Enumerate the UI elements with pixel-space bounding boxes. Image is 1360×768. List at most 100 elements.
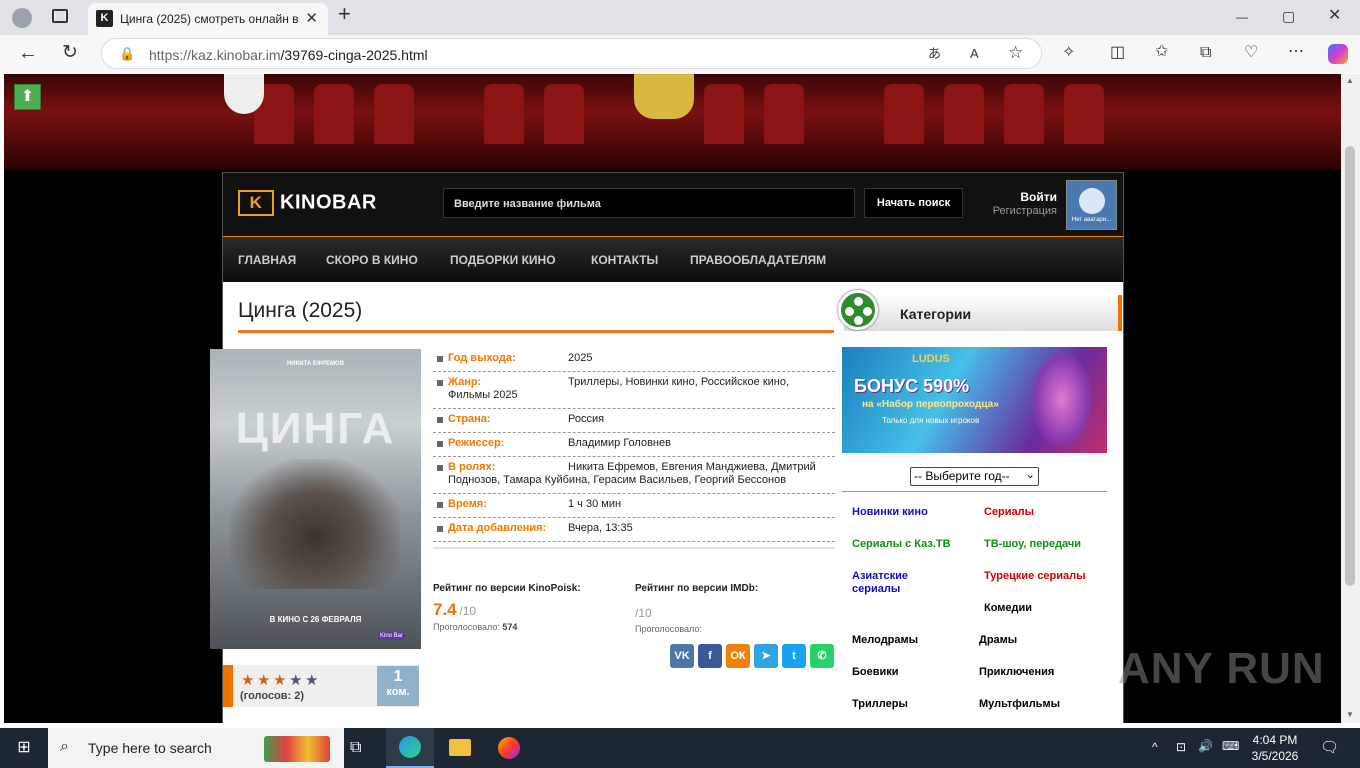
category-link[interactable]: ТВ-шоу, передачи: [984, 538, 1081, 551]
search-input[interactable]: Введите название фильма: [443, 188, 855, 218]
share-whatsapp-button[interactable]: ✆: [810, 644, 834, 668]
site-logo[interactable]: K KINOBAR: [238, 190, 377, 218]
task-view-icon[interactable]: ⧉: [350, 739, 361, 757]
back-icon[interactable]: ←: [18, 43, 38, 63]
translate-icon[interactable]: あ: [928, 45, 941, 63]
category-link[interactable]: Новинки кино: [852, 506, 928, 519]
gift-widget-icon[interactable]: [264, 736, 330, 762]
language-icon[interactable]: ⌨: [1222, 739, 1239, 753]
reload-icon[interactable]: ↻: [62, 43, 78, 62]
notifications-icon[interactable]: 🗨: [1320, 738, 1339, 756]
close-window-button[interactable]: ✕: [1328, 7, 1341, 25]
star-icon[interactable]: ★: [257, 673, 270, 688]
tab-title: Цинга (2025) смотреть онлайн в: [120, 12, 299, 26]
scroll-down-icon[interactable]: ▼: [1346, 710, 1354, 719]
share-twitter-button[interactable]: t: [782, 644, 806, 668]
new-tab-button[interactable]: +: [338, 3, 351, 25]
site-info-icon[interactable]: 🔒: [119, 45, 135, 63]
file-explorer-icon[interactable]: [449, 739, 471, 756]
info-row-added: Дата добавления: Вчера, 13:35: [433, 518, 835, 542]
imdb-label: Рейтинг по версии IMDb:: [635, 583, 759, 594]
star-icon[interactable]: ★: [305, 673, 318, 688]
maximize-button[interactable]: ▢: [1282, 7, 1295, 25]
movie-poster[interactable]: НИКИТА ЕФРЕМОВ ЦИНГА В КИНО С 26 ФЕВРАЛЯ…: [210, 349, 421, 649]
info-key: Режиссер:: [448, 437, 505, 449]
address-bar[interactable]: 🔒 https://kaz.kinobar.im/39769-cinga-202…: [101, 38, 1042, 69]
category-link-cont[interactable]: сериалы: [852, 583, 900, 596]
split-screen-icon[interactable]: ◫: [1110, 44, 1125, 62]
category-link[interactable]: Мультфильмы: [979, 698, 1060, 711]
info-value[interactable]: Триллеры, Новинки кино, Российское кино,: [568, 376, 828, 389]
year-select[interactable]: -- Выберите год-- ⌄: [910, 467, 1039, 486]
nav-contacts[interactable]: КОНТАКТЫ: [591, 253, 658, 267]
share-odnoklassniki-button[interactable]: ОК: [726, 644, 750, 668]
info-key: Дата добавления:: [448, 522, 547, 534]
category-link[interactable]: Боевики: [852, 666, 899, 679]
read-aloud-icon[interactable]: A: [970, 45, 979, 63]
star-icon[interactable]: ★: [241, 673, 254, 688]
minimize-button[interactable]: —: [1236, 8, 1248, 26]
info-value-cont[interactable]: Фильмы 2025: [448, 389, 518, 401]
category-link[interactable]: Азиатские: [852, 570, 908, 583]
category-link[interactable]: Триллеры: [852, 698, 908, 711]
extensions-icon[interactable]: ✧: [1062, 44, 1075, 62]
register-link[interactable]: Регистрация: [993, 204, 1057, 218]
ad-banner[interactable]: LUDUS БОНУС 590% на «Набор первопроходца…: [842, 347, 1107, 453]
category-link[interactable]: Турецкие сериалы: [984, 570, 1086, 583]
info-value: 1 ч 30 мин: [568, 498, 622, 510]
clock-date: 3/5/2026: [1251, 749, 1299, 763]
categories-header: Категории: [838, 290, 1122, 331]
avatar[interactable]: Нет аватари...: [1066, 180, 1117, 230]
category-link[interactable]: Приключения: [979, 666, 1054, 679]
nav-rights-holders[interactable]: ПРАВООБЛАДАТЕЛЯМ: [690, 253, 826, 267]
share-facebook-button[interactable]: f: [698, 644, 722, 668]
info-row-country: Страна: Россия: [433, 409, 835, 433]
favorite-star-icon[interactable]: ☆: [1008, 44, 1023, 62]
info-row-cast: В ролях: Никита Ефремов, Евгения Манджиев…: [433, 457, 835, 494]
kinopoisk-rating: Рейтинг по версии KinoPoisk: 7.4 /10 Про…: [433, 583, 613, 632]
windows-start-icon[interactable]: ⊞: [15, 739, 33, 757]
scroll-up-icon[interactable]: ▲: [1346, 76, 1354, 85]
category-link[interactable]: Комедии: [984, 602, 1032, 615]
volume-icon[interactable]: 🔊: [1198, 739, 1213, 753]
favorites-icon[interactable]: ✩: [1155, 43, 1168, 61]
clock-time: 4:04 PM: [1252, 733, 1298, 747]
firefox-icon[interactable]: [498, 737, 520, 759]
collections-icon[interactable]: ⧉: [1200, 44, 1211, 62]
category-link[interactable]: Сериалы: [984, 506, 1034, 519]
category-link[interactable]: Мелодрамы: [852, 634, 918, 647]
search-button[interactable]: Начать поиск: [864, 188, 963, 218]
edge-taskbar-icon[interactable]: [386, 728, 434, 768]
kp-votes-label: Проголосовало:: [433, 622, 500, 632]
tab-active[interactable]: K Цинга (2025) смотреть онлайн в ✕: [88, 3, 328, 35]
tab-close-icon[interactable]: ✕: [305, 9, 318, 27]
share-vk-button[interactable]: VK: [670, 644, 694, 668]
performance-icon[interactable]: ♡: [1244, 44, 1258, 62]
browser-tab-strip: K Цинга (2025) смотреть онлайн в ✕ + — ▢…: [0, 0, 1360, 35]
clock[interactable]: 4:04 PM 3/5/2026: [1246, 732, 1304, 764]
share-telegram-button[interactable]: ➤: [754, 644, 778, 668]
nav-coming-soon[interactable]: СКОРО В КИНО: [326, 253, 418, 267]
star-icon[interactable]: ★: [273, 673, 286, 688]
scroll-to-top-button[interactable]: ⬆: [14, 84, 41, 110]
category-list: Новинки кино Сериалы Сериалы с Каз.ТВ ТВ…: [842, 491, 1107, 710]
category-link[interactable]: Сериалы с Каз.ТВ: [852, 538, 951, 551]
tray-chevron-icon[interactable]: ^: [1152, 740, 1158, 754]
profile-icon[interactable]: [12, 8, 32, 28]
category-link[interactable]: Драмы: [979, 634, 1017, 647]
scrollbar-thumb[interactable]: [1345, 146, 1355, 586]
network-icon[interactable]: ⊡: [1176, 740, 1186, 754]
kp-score: 7.4: [433, 600, 457, 619]
login-link[interactable]: Войти: [993, 190, 1057, 204]
more-menu-icon[interactable]: ⋯: [1288, 43, 1304, 61]
page-scrollbar[interactable]: ▲ ▼: [1341, 74, 1360, 723]
kp-votes: 574: [502, 622, 518, 632]
windows-taskbar: ⊞ ⌕ Type here to search ⧉ ^ ⊡ 🔊 ⌨ 4:04 P…: [0, 728, 1360, 768]
nav-collections[interactable]: ПОДБОРКИ КИНО: [450, 253, 556, 267]
copilot-icon[interactable]: [1328, 44, 1348, 64]
comments-count-badge[interactable]: 1 ком.: [377, 666, 419, 706]
star-icon[interactable]: ★: [289, 673, 302, 688]
taskbar-search[interactable]: ⌕ Type here to search: [48, 728, 344, 768]
tab-actions-icon[interactable]: [52, 9, 68, 23]
nav-home[interactable]: ГЛАВНАЯ: [238, 253, 296, 267]
